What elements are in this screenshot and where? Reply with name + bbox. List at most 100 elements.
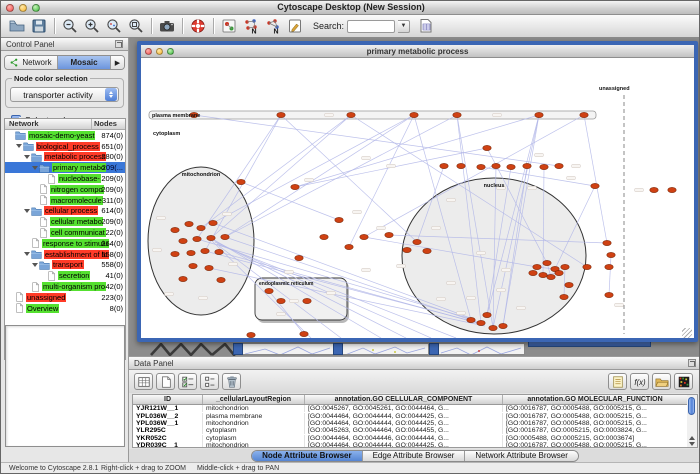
heatmap-button[interactable] <box>674 373 693 390</box>
attribute-list-button[interactable] <box>200 373 219 390</box>
tab-network-attribute-browser[interactable]: Network Attribute Browser <box>465 451 577 461</box>
column-header-0[interactable]: ID <box>133 395 203 404</box>
help-icon <box>190 18 206 34</box>
search-dropdown-arrow[interactable]: ▼ <box>398 20 410 33</box>
column-header-2[interactable]: annotation.GO CELLULAR_COMPONENT <box>305 395 503 404</box>
attribute-table[interactable]: ID_cellularLayoutRegionannotation.GO CEL… <box>132 394 688 448</box>
tab-node-attribute-browser[interactable]: Node Attribute Browser <box>252 451 363 461</box>
background-window[interactable] <box>233 343 335 355</box>
disclosure-triangle-icon[interactable] <box>24 252 30 256</box>
disclosure-triangle-icon[interactable] <box>24 209 30 213</box>
float-panel-icon[interactable] <box>688 359 696 367</box>
svg-text:cytoplasm: cytoplasm <box>153 131 180 137</box>
tab-mosaic[interactable]: Mosaic <box>58 56 111 69</box>
tree-row-establishment-of-lo[interactable]: establishment of lo558(0) <box>5 249 125 260</box>
tab-network[interactable]: Network <box>5 56 58 69</box>
snapshot-button[interactable] <box>157 17 177 36</box>
table-cell: YDR039C__1 <box>133 442 203 448</box>
tree-row-biological-process[interactable]: biological_process651(0) <box>5 141 125 152</box>
network-file-icon <box>31 282 40 292</box>
notes-button[interactable] <box>608 373 627 390</box>
disclosure-triangle-icon[interactable] <box>16 144 22 148</box>
delete-button[interactable] <box>222 373 241 390</box>
tree-row-cellular-process[interactable]: cellular process614(0) <box>5 206 125 217</box>
save-button[interactable] <box>29 17 49 36</box>
tree-column-network[interactable]: Network <box>5 119 92 129</box>
network-modify-button[interactable]: N <box>241 17 261 36</box>
search-input[interactable] <box>347 20 395 33</box>
tree-row-secretion[interactable]: secretion41(0) <box>5 270 125 281</box>
network-duplicate-button[interactable]: N <box>263 17 283 36</box>
disclosure-triangle-icon[interactable] <box>32 166 38 170</box>
table-cell: YJR121W__1 <box>133 405 203 412</box>
network-window-titlebar[interactable]: primary metabolic process <box>141 45 694 58</box>
svg-text:endoplasmic reticulum: endoplasmic reticulum <box>259 281 314 287</box>
attribute-table-body: YJR121W__1mitochondrion[GO:0045267, GO:0… <box>133 405 687 448</box>
table-row[interactable]: YKR052Ccytoplasm[GO:0044464, GO:0044446,… <box>133 435 687 442</box>
tree-row-mosaic-demo-yeast[interactable]: mosaic-demo-yeast874(0) <box>5 130 125 141</box>
more-tabs-arrow[interactable]: ▶ <box>111 56 124 69</box>
disclosure-triangle-icon[interactable] <box>32 263 38 267</box>
control-panel-title: Control Panel <box>6 40 115 49</box>
tree-row-overview[interactable]: Overview8(0) <box>5 303 125 314</box>
tree-indent <box>8 297 14 298</box>
tree-row-primary-metabo[interactable]: primary metabo209(... <box>5 162 125 173</box>
tree-row-response-to-stimulu[interactable]: response to stimulu264(0) <box>5 238 125 249</box>
network-file-icon <box>39 217 48 227</box>
tree-row-metabolic-process[interactable]: metabolic process280(0) <box>5 152 125 163</box>
window-resize-grip[interactable] <box>682 328 692 338</box>
column-header-3[interactable]: annotation.GO MOLECULAR_FUNCTION <box>503 395 687 404</box>
table-row[interactable]: YDR039C__1mitochondrion[GO:0044464, GO:0… <box>133 442 687 448</box>
table-button[interactable] <box>134 373 153 390</box>
tree-row-nucleobase-[interactable]: nucleobase-209(0) <box>5 173 125 184</box>
column-header-1[interactable]: _cellularLayoutRegion <box>203 395 305 404</box>
tree-row-unassigned[interactable]: unassigned223(0) <box>5 292 125 303</box>
node-attributes-button[interactable] <box>219 17 239 36</box>
help-button[interactable] <box>188 17 208 36</box>
tab-edge-attribute-browser[interactable]: Edge Attribute Browser <box>363 451 466 461</box>
attribute-table-header: ID_cellularLayoutRegionannotation.GO CEL… <box>133 395 687 405</box>
node-color-dropdown[interactable]: transporter activity <box>10 87 119 102</box>
background-window[interactable] <box>333 343 429 355</box>
background-window[interactable] <box>429 343 525 355</box>
disclosure-triangle-icon[interactable] <box>24 155 30 159</box>
open-file-button[interactable] <box>7 17 27 36</box>
tab-network-label: Network <box>22 58 51 67</box>
network-file-icon <box>47 271 56 281</box>
table-row[interactable]: YPL036W__2plasma membrane[GO:0044464, GO… <box>133 412 687 419</box>
tree-indent <box>32 200 38 201</box>
scrollbar-thumb[interactable] <box>688 397 695 415</box>
table-scrollbar[interactable] <box>687 394 698 448</box>
table-row[interactable]: YLR295Ccytoplasm[GO:0045263, GO:0044464,… <box>133 427 687 434</box>
zoom-in-button[interactable] <box>82 17 102 36</box>
float-panel-icon[interactable] <box>115 40 123 48</box>
new-document-button[interactable] <box>156 373 175 390</box>
open-folder-button[interactable] <box>652 373 671 390</box>
tree-row-multi-organism-pro[interactable]: multi-organism pro42(0) <box>5 281 125 292</box>
tree-row-cell-communicat[interactable]: cell communicat22(0) <box>5 227 125 238</box>
network-canvas[interactable]: plasma membranecytoplasmmitochondrionnuc… <box>141 58 692 338</box>
zoom-selected-button[interactable] <box>104 17 124 36</box>
annotation-button[interactable] <box>285 17 305 36</box>
function-button[interactable]: f(x) <box>630 373 649 390</box>
zoom-out-button[interactable] <box>60 17 80 36</box>
birds-eye-view[interactable] <box>5 325 125 447</box>
zoom-fit-button[interactable] <box>126 17 146 36</box>
tree-row-nitrogen-compo[interactable]: nitrogen compo209(0) <box>5 184 125 195</box>
select-attributes-button[interactable] <box>178 373 197 390</box>
table-row[interactable]: YPL036W__1mitochondrion[GO:0044464, GO:0… <box>133 420 687 427</box>
table-cell: [GO:0016787, GO:0005488, GO:0005215, G..… <box>503 420 687 427</box>
import-table-button[interactable] <box>416 17 436 36</box>
scrollbar-arrows[interactable] <box>688 436 696 446</box>
table-cell: [GO:0016787, GO:0005488, GO:0005215, G..… <box>503 405 687 412</box>
tree-row-macromolecule[interactable]: macromolecule311(0) <box>5 195 125 206</box>
network-file-icon <box>39 195 48 205</box>
tree-item-node-count: 22(0) <box>91 228 123 237</box>
tree-column-nodes[interactable]: Nodes <box>92 119 125 129</box>
tree-row-transport[interactable]: transport558(0) <box>5 260 125 271</box>
table-row[interactable]: YJR121W__1mitochondrion[GO:0045267, GO:0… <box>133 405 687 412</box>
tree-row-cellular-metabo[interactable]: cellular metabo209(0) <box>5 216 125 227</box>
search-label: Search: <box>313 21 344 31</box>
node-color-selection-group: Node color selection transporter activit… <box>5 78 124 108</box>
tree-item-node-count: 558(0) <box>91 250 123 259</box>
